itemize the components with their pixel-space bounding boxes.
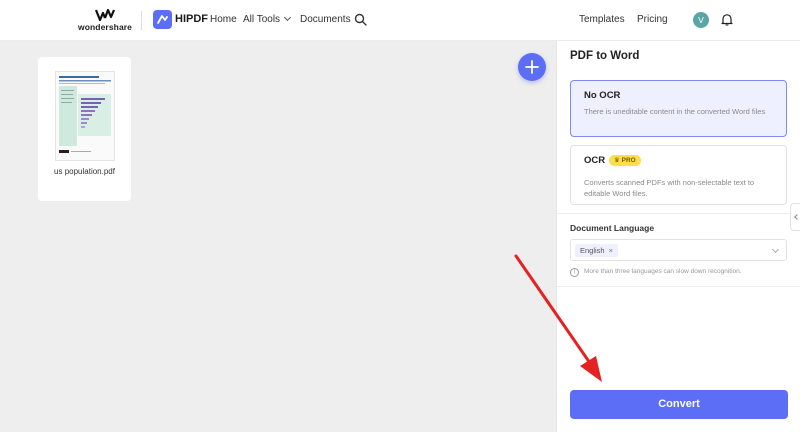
nav-all-tools[interactable]: All Tools — [243, 13, 292, 25]
pdf-thumbnail — [55, 71, 115, 161]
chevron-down-icon — [284, 13, 292, 22]
divider — [557, 213, 800, 214]
pro-badge-label: PRO — [621, 157, 636, 164]
option-ocr[interactable]: OCR ♛ PRO Converts scanned PDFs with non… — [570, 145, 787, 205]
nav-templates[interactable]: Templates — [579, 14, 625, 25]
pro-badge: ♛ PRO — [609, 155, 641, 166]
option-description: There is uneditable content in the conve… — [584, 107, 766, 116]
language-hint: More than three languages can slow down … — [584, 268, 742, 275]
option-title: OCR — [584, 155, 606, 166]
brand-name: wondershare — [78, 22, 133, 32]
avatar[interactable]: V — [693, 12, 709, 28]
language-select[interactable]: English × — [570, 239, 787, 261]
search-icon[interactable] — [354, 13, 367, 26]
collapse-panel-handle[interactable] — [790, 203, 800, 231]
chevron-down-icon — [771, 245, 780, 254]
nav-home[interactable]: Home — [210, 14, 237, 25]
hipdf-logo-icon[interactable] — [153, 10, 172, 29]
convert-button[interactable]: Convert — [570, 390, 788, 419]
chevron-left-icon — [794, 214, 800, 220]
file-workspace: us population.pdf — [0, 41, 556, 432]
divider — [557, 286, 800, 287]
info-icon: ! — [570, 268, 579, 277]
bell-icon[interactable] — [721, 13, 733, 26]
option-no-ocr[interactable]: No OCR There is uneditable content in th… — [570, 80, 787, 137]
language-tag-label: English — [580, 246, 605, 255]
language-tag: English × — [575, 244, 618, 257]
remove-tag-icon[interactable]: × — [609, 246, 613, 255]
language-label: Document Language — [570, 223, 655, 233]
conversion-panel: PDF to Word No OCR There is uneditable c… — [556, 41, 800, 432]
option-title: No OCR — [584, 90, 621, 101]
product-name[interactable]: HIPDF — [175, 13, 208, 25]
add-file-button[interactable] — [518, 53, 546, 81]
wondershare-logo[interactable]: wondershare — [78, 9, 132, 33]
wondershare-logo-icon — [95, 9, 115, 21]
nav-all-tools-label: All Tools — [243, 14, 281, 25]
option-description: Converts scanned PDFs with non-selectabl… — [584, 178, 755, 198]
plus-icon — [525, 60, 539, 74]
top-header: wondershare HIPDF Home All Tools Documen… — [0, 0, 800, 41]
file-name: us population.pdf — [54, 167, 115, 176]
panel-title: PDF to Word — [570, 50, 640, 62]
nav-pricing[interactable]: Pricing — [637, 14, 668, 25]
file-card[interactable]: us population.pdf — [38, 57, 131, 201]
nav-documents[interactable]: Documents — [300, 14, 351, 25]
header-divider — [141, 11, 142, 30]
